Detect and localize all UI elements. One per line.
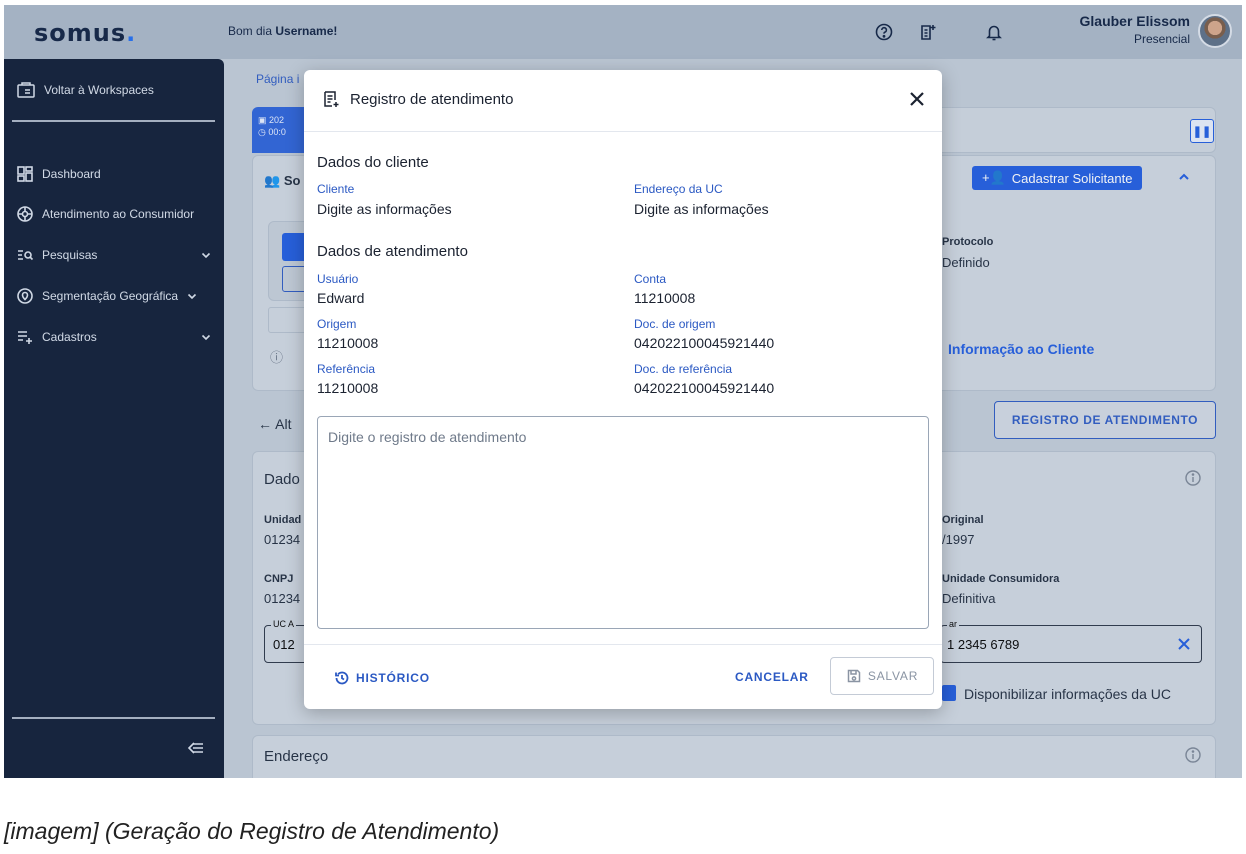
historico-button[interactable]: HISTÓRICO [334, 670, 430, 686]
cancel-button[interactable]: CANCELAR [735, 670, 809, 684]
save-icon [847, 669, 861, 683]
registro-atendimento-modal: Registro de atendimento Dados do cliente… [304, 70, 942, 709]
close-icon[interactable] [906, 88, 928, 110]
cliente-section-title: Dados do cliente [317, 154, 429, 171]
doc-origem-value: 042022100045921440 [634, 335, 775, 351]
atendimento-section-title: Dados de atendimento [317, 243, 468, 260]
add-note-icon [324, 91, 339, 107]
modal-header: Registro de atendimento [304, 70, 942, 132]
registro-textarea[interactable] [317, 416, 929, 629]
history-icon [335, 671, 349, 685]
doc-referencia-label: Doc. de referência [634, 362, 733, 376]
conta-value: 11210008 [634, 290, 696, 306]
cliente-label: Cliente [317, 182, 355, 196]
usuario-label: Usuário [317, 272, 359, 286]
modal-footer-divider [304, 644, 942, 645]
origem-value: 11210008 [317, 335, 379, 351]
conta-label: Conta [634, 272, 667, 286]
image-caption: [imagem] (Geração do Registro de Atendim… [4, 818, 500, 844]
endereco-uc-label: Endereço da UC [634, 182, 723, 196]
endereco-uc-value: Digite as informações [634, 201, 769, 217]
doc-referencia-value: 042022100045921440 [634, 380, 775, 396]
cliente-value: Digite as informações [317, 201, 452, 217]
save-button[interactable]: SALVAR [830, 657, 934, 695]
referencia-value: 11210008 [317, 380, 379, 396]
app-window: somus. Bom dia Username! Glauber Elissom… [4, 5, 1242, 778]
origem-label: Origem [317, 317, 357, 331]
usuario-value: Edward [317, 290, 365, 306]
referencia-label: Referência [317, 362, 376, 376]
doc-origem-label: Doc. de origem [634, 317, 716, 331]
modal-title: Registro de atendimento [350, 91, 514, 108]
